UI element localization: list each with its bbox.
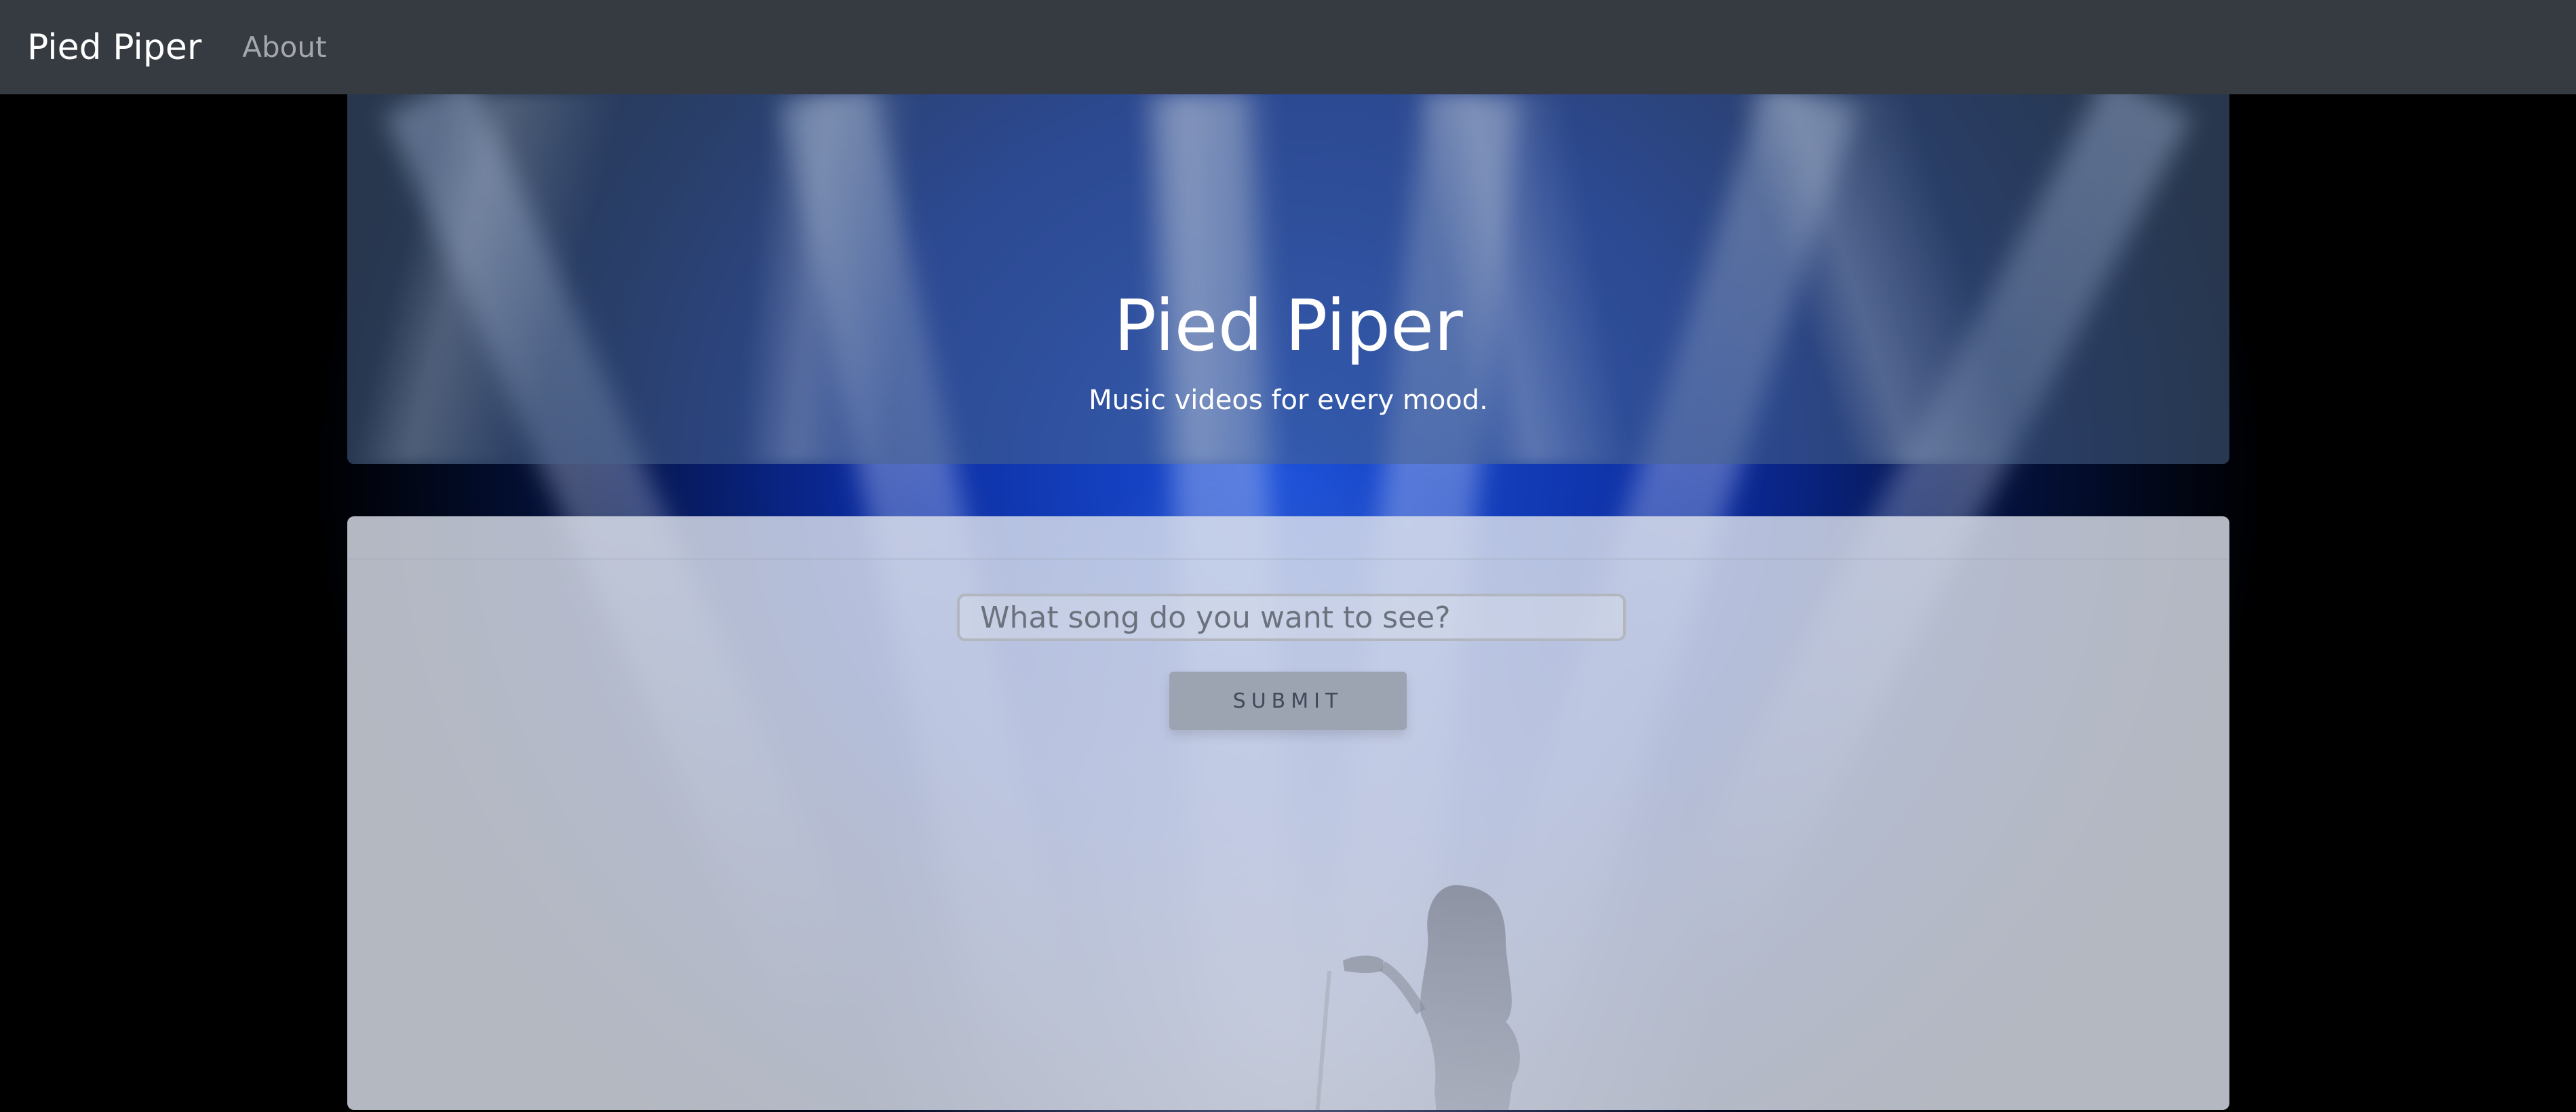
hero-banner: Pied Piper Music videos for every mood. <box>347 94 2229 464</box>
search-card: SUBMIT <box>347 516 2229 1110</box>
card-divider <box>347 558 2229 560</box>
navbar: Pied Piper About <box>0 0 2576 94</box>
song-search-input[interactable] <box>957 594 1626 641</box>
hero-title: Pied Piper <box>1114 284 1463 367</box>
singer-silhouette-image <box>1315 885 1520 1110</box>
hero-subtitle: Music videos for every mood. <box>1089 385 1488 416</box>
nav-link-about[interactable]: About <box>242 31 326 64</box>
submit-button[interactable]: SUBMIT <box>1169 672 1407 730</box>
navbar-brand[interactable]: Pied Piper <box>27 27 201 68</box>
